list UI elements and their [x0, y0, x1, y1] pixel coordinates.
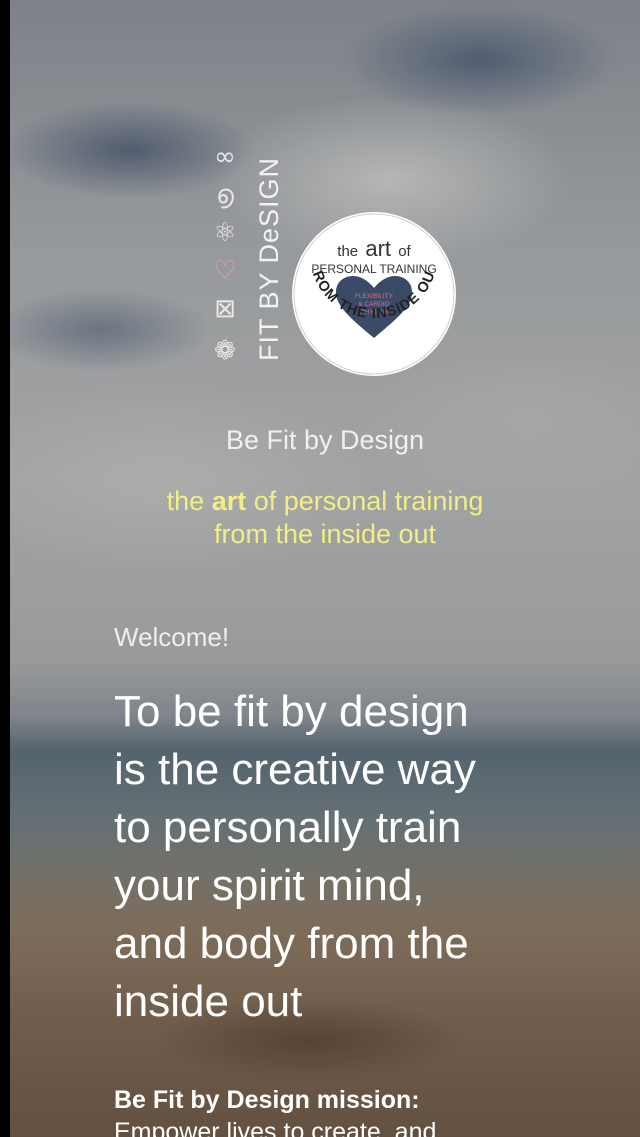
flower-of-life-icon: ❁: [214, 336, 236, 366]
logo-icon-column: ∞ ൭ ⚛ ♡ ⊠ ❁: [208, 140, 242, 378]
tagline-bold: art: [211, 486, 247, 516]
tagline-prefix: the: [166, 486, 205, 516]
site-logo[interactable]: ∞ ൭ ⚛ ♡ ⊠ ❁ FIT BY DeSIGN the art of PER…: [208, 140, 458, 390]
spiral-icon: ൭: [216, 180, 234, 210]
welcome-text: Welcome!: [114, 622, 230, 652]
brand-wordmark-text: FIT BY DeSIGN: [254, 156, 284, 362]
hero-background: ∞ ൭ ⚛ ♡ ⊠ ❁ FIT BY DeSIGN the art of PER…: [10, 0, 640, 1137]
headline-line: To be fit by design: [114, 687, 469, 736]
headline-line: your spirit mind,: [114, 861, 425, 910]
site-title[interactable]: Be Fit by Design: [10, 425, 640, 456]
logo-badge: the art of PERSONAL TRAINING FLEXIBILITY…: [290, 210, 456, 376]
badge-personal-training-text: PERSONAL TRAINING: [311, 262, 436, 276]
brand-wordmark-vertical: FIT BY DeSIGN: [252, 140, 286, 378]
heart-swirl-icon: ♡: [213, 256, 237, 286]
badge-the-text: the: [337, 243, 358, 260]
mission-text: Empower lives to create, and: [114, 1118, 437, 1137]
square-geometry-icon: ⊠: [214, 294, 236, 324]
atom-icon: ⚛: [213, 218, 237, 248]
headline-line: is the creative way: [114, 745, 476, 794]
headline-line: and body from the: [114, 919, 469, 968]
badge-art-text: art: [365, 236, 391, 261]
badge-of-text: of: [398, 243, 411, 260]
tagline-line-1: the art of personal training: [10, 485, 640, 518]
tagline-rest: of personal training: [253, 486, 484, 516]
hero-headline: To be fit by design is the creative way …: [114, 683, 554, 1031]
infinity-icon: ∞: [214, 142, 236, 172]
headline-line: to personally train: [114, 803, 462, 852]
heart-text-line-1: FLEXIBILITY: [355, 293, 394, 300]
mission-title: Be Fit by Design mission:: [114, 1086, 420, 1114]
tagline-line-2: from the inside out: [213, 519, 437, 549]
headline-line: inside out: [114, 977, 303, 1026]
tagline: the art of personal training from the in…: [10, 485, 640, 551]
